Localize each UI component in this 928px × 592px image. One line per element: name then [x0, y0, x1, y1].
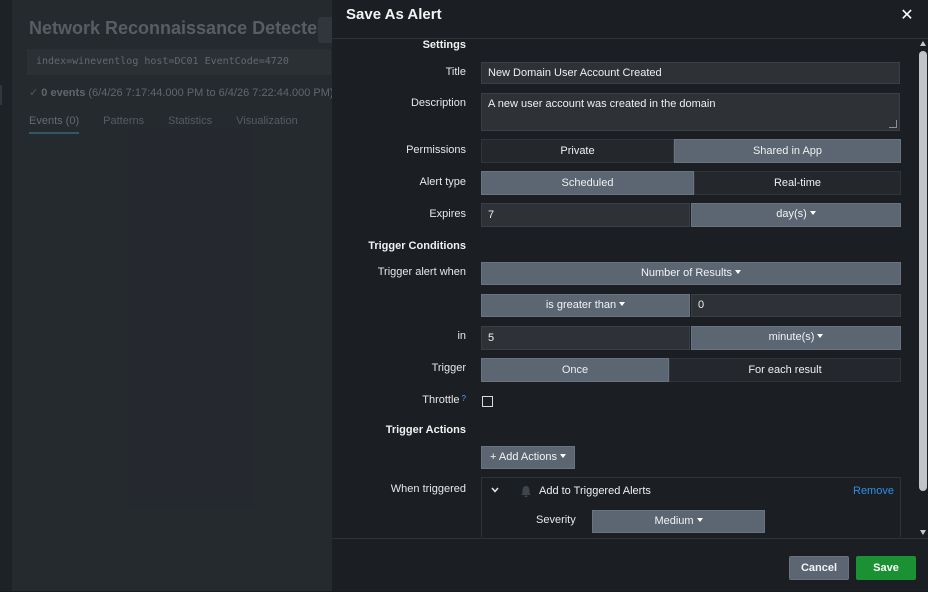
trigger-once-option[interactable]: Once: [481, 358, 669, 382]
section-trigger-conditions: Trigger Conditions: [368, 240, 466, 252]
trigger-condition-dropdown[interactable]: Number of Results: [481, 262, 901, 285]
expires-label: Expires: [429, 208, 466, 220]
section-trigger-actions: Trigger Actions: [385, 424, 466, 436]
caret-down-icon: [696, 518, 703, 523]
add-actions-label: + Add Actions: [490, 451, 557, 463]
save-button[interactable]: Save: [856, 556, 916, 580]
alert-type-realtime-option[interactable]: Real-time: [694, 171, 901, 195]
scroll-down-icon[interactable]: [920, 530, 926, 535]
description-textarea[interactable]: A new user account was created in the do…: [481, 93, 900, 131]
section-settings: Settings: [422, 39, 466, 51]
help-icon[interactable]: ?: [462, 394, 466, 403]
throttle-label-text: Throttle: [422, 394, 460, 406]
severity-label: Severity: [536, 514, 576, 526]
triggered-action-name: Add to Triggered Alerts: [539, 485, 651, 497]
caret-down-icon: [809, 211, 816, 216]
alert-type-label: Alert type: [419, 176, 466, 188]
when-triggered-label: When triggered: [390, 483, 466, 495]
permissions-label: Permissions: [406, 144, 466, 156]
permission-private-option[interactable]: Private: [481, 139, 674, 163]
caret-down-icon: [619, 302, 626, 307]
comparison-value-input[interactable]: 0: [691, 294, 901, 317]
caret-down-icon: [559, 454, 566, 459]
throttle-checkbox[interactable]: [482, 396, 493, 407]
trigger-alert-when-label: Trigger alert when: [377, 266, 466, 278]
caret-down-icon: [817, 334, 824, 339]
expires-value-input[interactable]: 7: [481, 203, 690, 227]
in-value-input[interactable]: 5: [481, 326, 690, 350]
caret-down-icon: [735, 270, 742, 275]
trigger-condition-value: Number of Results: [640, 267, 733, 279]
scrollbar-thumb[interactable]: [919, 51, 927, 491]
dialog-scrollbar[interactable]: [918, 39, 928, 537]
chevron-down-icon[interactable]: [491, 486, 499, 494]
scroll-up-icon[interactable]: [920, 41, 926, 46]
description-label: Description: [410, 97, 466, 109]
dialog-footer: Cancel Save: [332, 538, 928, 592]
close-icon[interactable]: ✕: [900, 8, 914, 24]
resize-handle-icon[interactable]: [889, 120, 897, 128]
add-actions-button[interactable]: + Add Actions: [481, 446, 575, 469]
modal-backdrop: [0, 0, 332, 591]
permission-shared-in-app-option[interactable]: Shared in App: [674, 139, 901, 163]
title-input[interactable]: New Domain User Account Created: [481, 62, 900, 84]
comparison-value: is greater than: [545, 299, 617, 311]
dialog-title: Save As Alert: [346, 6, 442, 23]
severity-dropdown[interactable]: Medium: [592, 510, 765, 533]
description-text: A new user account was created in the do…: [488, 98, 716, 110]
in-label: in: [457, 330, 466, 342]
severity-value: Medium: [654, 515, 694, 527]
bell-icon: [521, 486, 531, 498]
throttle-label: Throttle?: [332, 394, 466, 406]
comparison-dropdown[interactable]: is greater than: [481, 294, 690, 317]
trigger-label: Trigger: [431, 362, 466, 374]
alert-type-scheduled-option[interactable]: Scheduled: [481, 171, 694, 195]
dialog-header: Save As Alert ✕: [332, 0, 928, 39]
dialog-body[interactable]: Settings Title New Domain User Account C…: [332, 39, 928, 537]
expires-unit-dropdown[interactable]: day(s): [691, 203, 901, 227]
title-label: Title: [445, 66, 466, 78]
in-unit-dropdown[interactable]: minute(s): [691, 326, 901, 350]
cancel-button[interactable]: Cancel: [789, 556, 849, 580]
save-as-alert-dialog: Save As Alert ✕ Settings Title New Domai…: [332, 0, 928, 591]
expires-unit-value: day(s): [776, 208, 807, 220]
remove-action-link[interactable]: Remove: [853, 485, 894, 497]
trigger-each-result-option[interactable]: For each result: [669, 358, 901, 382]
in-unit-value: minute(s): [768, 331, 815, 343]
